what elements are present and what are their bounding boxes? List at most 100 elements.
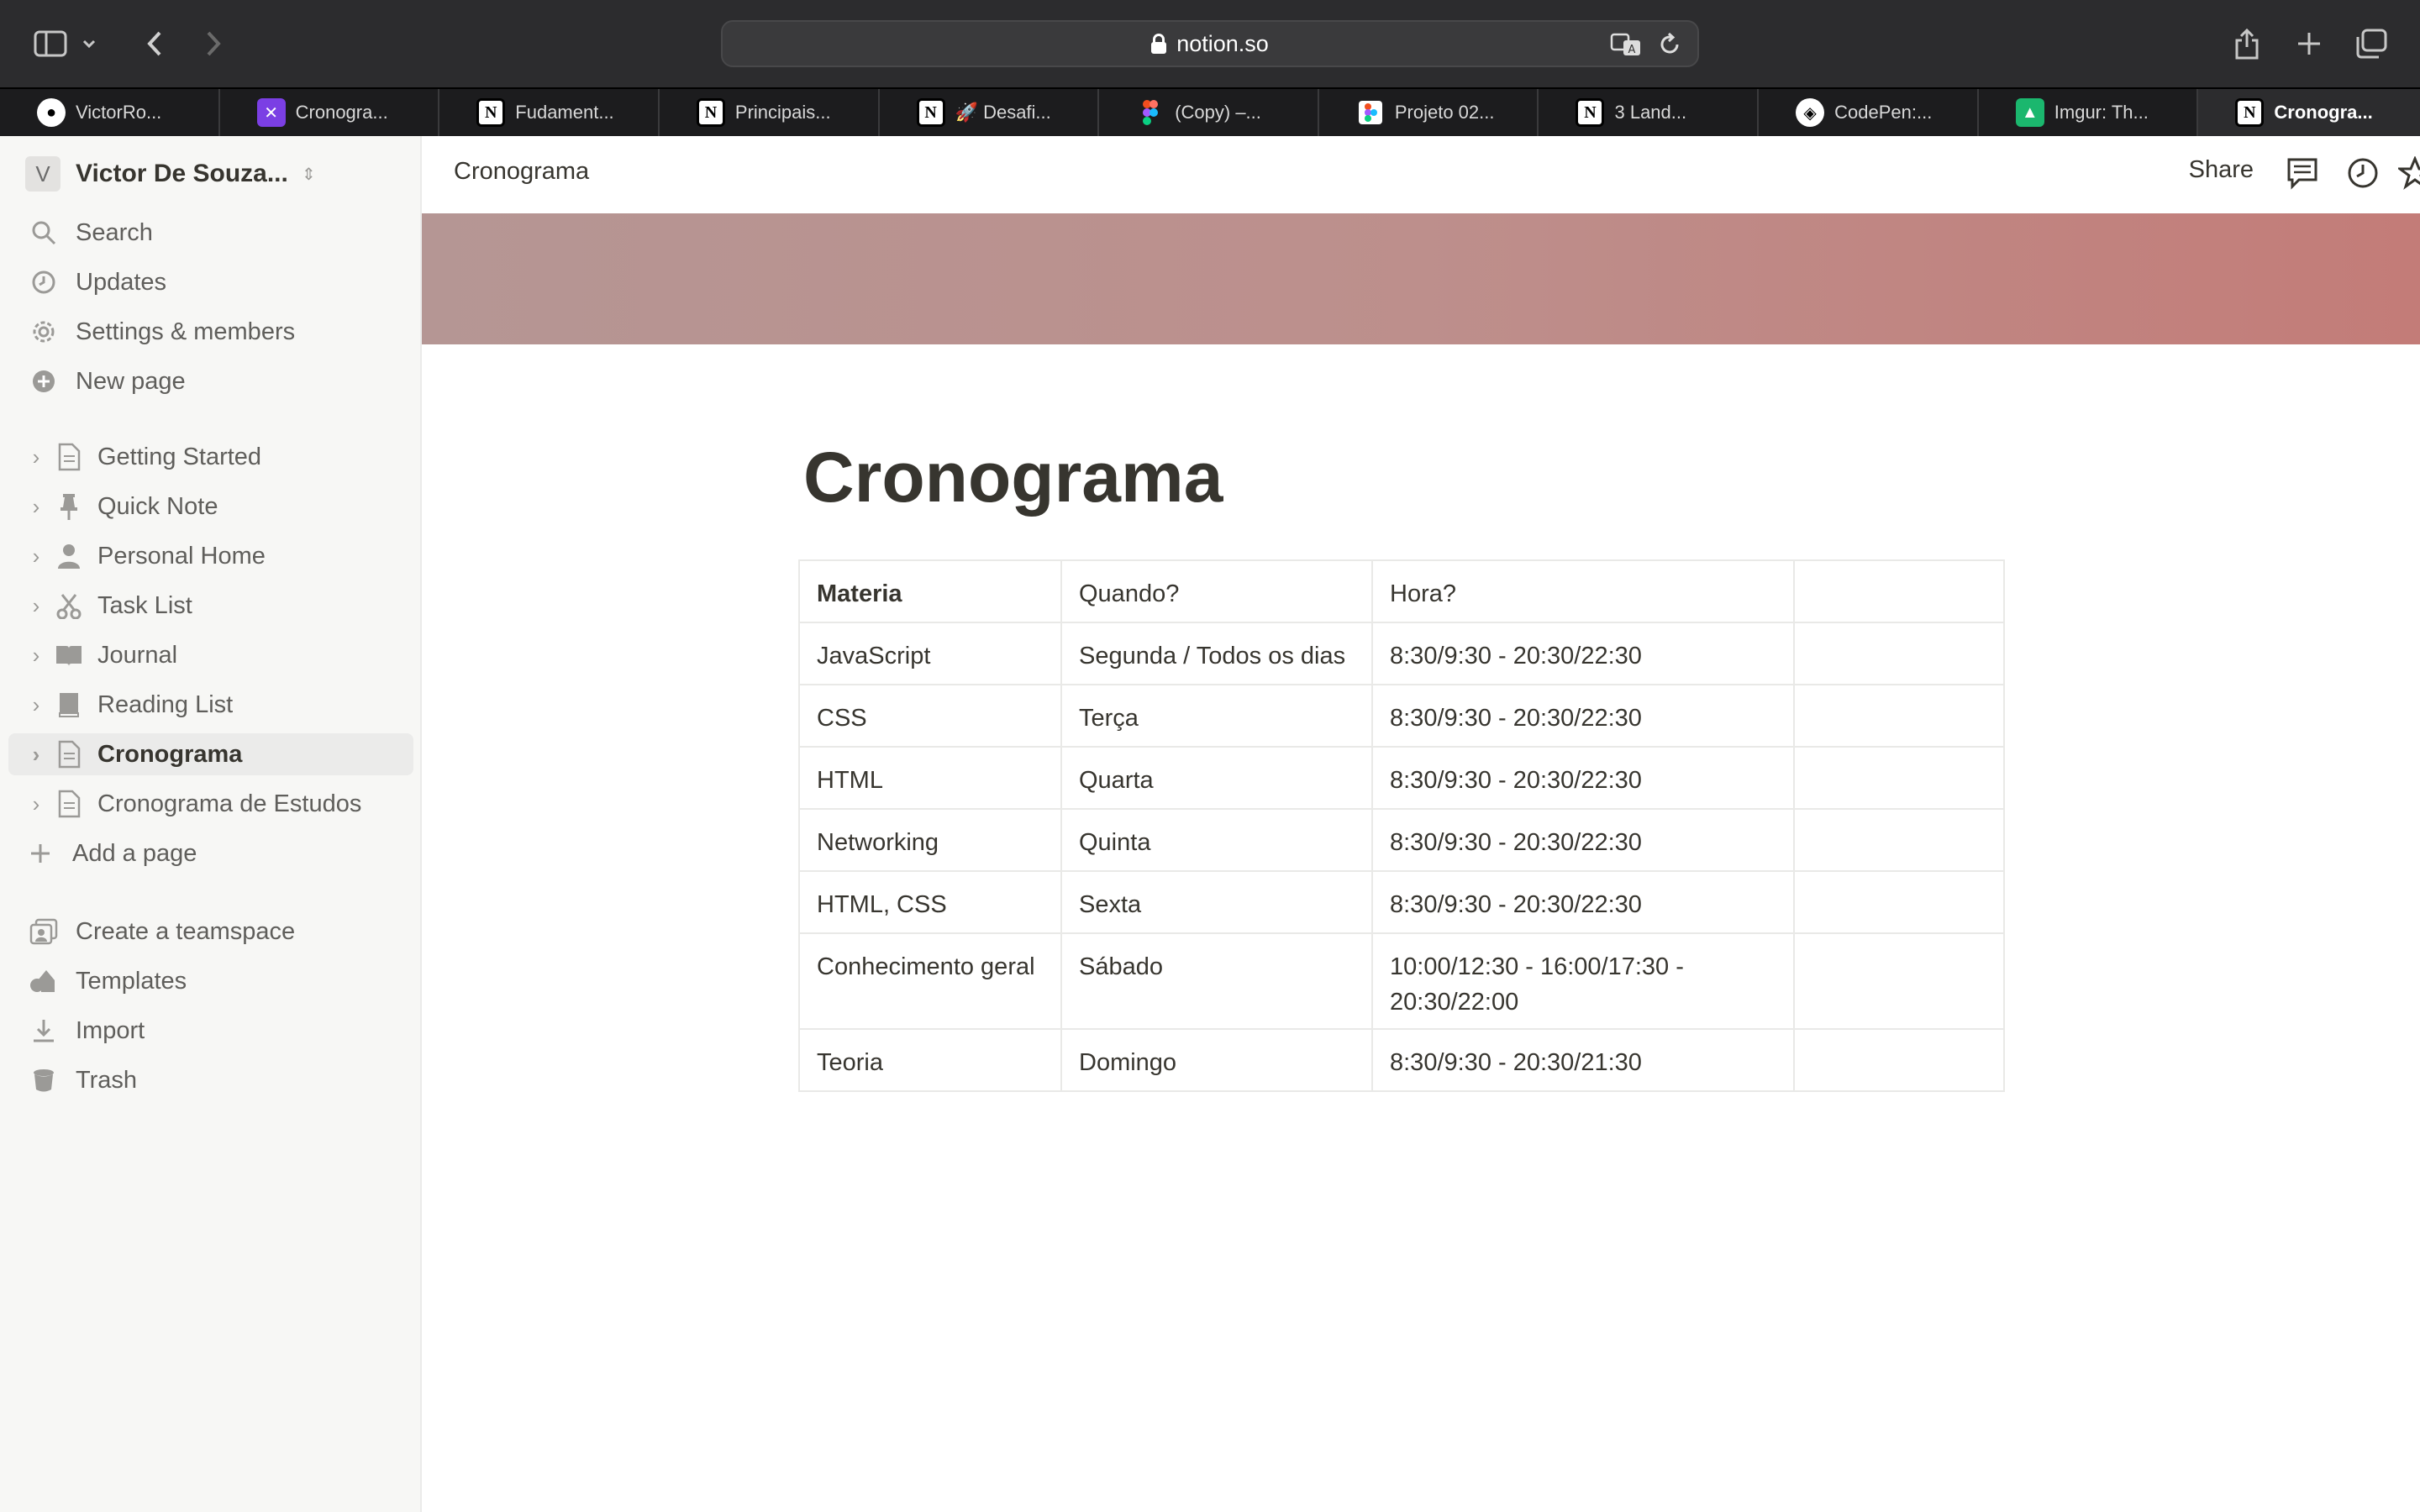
table-cell[interactable]: Segunda / Todos os dias bbox=[1060, 622, 1373, 685]
page-title[interactable]: Cronograma bbox=[803, 437, 1223, 518]
table-cell[interactable] bbox=[1793, 1028, 2005, 1092]
chevron-down-icon[interactable] bbox=[72, 18, 106, 69]
table-cell[interactable]: Networking bbox=[798, 808, 1062, 872]
browser-tab[interactable]: (Copy) –... bbox=[1099, 89, 1319, 136]
sidebar-item-settings[interactable]: Settings & members bbox=[8, 311, 413, 353]
chevron-right-icon[interactable]: › bbox=[24, 593, 49, 619]
table-cell[interactable]: HTML bbox=[798, 746, 1062, 810]
table-cell[interactable] bbox=[1793, 870, 2005, 934]
github-icon: ● bbox=[37, 98, 66, 127]
translate-icon[interactable]: A bbox=[1610, 32, 1642, 57]
table-cell[interactable]: 8:30/9:30 - 20:30/22:30 bbox=[1371, 622, 1795, 685]
chevron-right-icon[interactable]: › bbox=[24, 742, 49, 768]
breadcrumb[interactable]: Cronograma bbox=[454, 158, 589, 186]
chevron-right-icon[interactable]: › bbox=[24, 444, 49, 470]
sidebar-item-updates[interactable]: Updates bbox=[8, 261, 413, 303]
page-cover[interactable] bbox=[422, 213, 2420, 344]
browser-tab-active[interactable]: N Cronogra... bbox=[2198, 89, 2420, 136]
browser-toolbar: notion.so A bbox=[0, 0, 2420, 87]
table-cell[interactable]: Conhecimento geral bbox=[798, 932, 1062, 1030]
add-page-button[interactable]: Add a page bbox=[8, 832, 413, 874]
plus-circle-icon bbox=[29, 366, 59, 396]
browser-tab[interactable]: ◈ CodePen:... bbox=[1759, 89, 1979, 136]
sidebar-item-templates[interactable]: Templates bbox=[8, 960, 413, 1002]
table-cell[interactable]: 10:00/12:30 - 16:00/17:30 - 20:30/22:00 bbox=[1371, 932, 1795, 1030]
new-tab-icon[interactable] bbox=[2284, 18, 2334, 69]
share-icon[interactable] bbox=[2222, 18, 2272, 69]
sidebar-page-getting-started[interactable]: › Getting Started bbox=[8, 436, 413, 478]
table-cell[interactable]: 8:30/9:30 - 20:30/22:30 bbox=[1371, 746, 1795, 810]
sidebar-item-search[interactable]: Search bbox=[8, 212, 413, 254]
address-bar[interactable]: notion.so A bbox=[721, 20, 1699, 67]
browser-tab[interactable]: N Fudament... bbox=[439, 89, 660, 136]
workspace-switcher[interactable]: V Victor De Souza... ⇕ bbox=[25, 156, 316, 192]
table-cell[interactable]: Sábado bbox=[1060, 932, 1373, 1030]
table-header-row: Materia Quando? Hora? bbox=[798, 559, 2005, 623]
table-header-cell[interactable]: Quando? bbox=[1060, 559, 1373, 623]
back-arrow-icon[interactable] bbox=[129, 18, 180, 69]
table-cell[interactable] bbox=[1793, 684, 2005, 748]
chevron-right-icon[interactable]: › bbox=[24, 692, 49, 718]
table-header-cell[interactable]: Hora? bbox=[1371, 559, 1795, 623]
browser-tab[interactable]: N 🚀 Desafi... bbox=[880, 89, 1100, 136]
table-cell[interactable]: Terça bbox=[1060, 684, 1373, 748]
plus-icon bbox=[25, 838, 55, 869]
table-cell[interactable]: Quinta bbox=[1060, 808, 1373, 872]
reload-icon[interactable] bbox=[1657, 32, 1682, 57]
workspace-name: Victor De Souza... bbox=[76, 160, 288, 187]
sidebar-item-label: Create a teamspace bbox=[76, 917, 296, 945]
browser-tab[interactable]: N 3 Land... bbox=[1539, 89, 1760, 136]
table-cell[interactable] bbox=[1793, 808, 2005, 872]
sidebar-item-trash[interactable]: Trash bbox=[8, 1059, 413, 1101]
tab-overview-icon[interactable] bbox=[2346, 18, 2396, 69]
sidebar-toggle-icon[interactable] bbox=[25, 18, 76, 69]
chevron-right-icon[interactable]: › bbox=[24, 643, 49, 669]
table-cell[interactable] bbox=[1793, 932, 2005, 1030]
table-cell[interactable]: 8:30/9:30 - 20:30/22:30 bbox=[1371, 808, 1795, 872]
sidebar-page-cronograma-de-estudos[interactable]: › Cronograma de Estudos bbox=[8, 783, 413, 825]
teamspace-icon bbox=[29, 916, 59, 947]
history-clock-icon[interactable] bbox=[2346, 156, 2380, 190]
table-cell[interactable]: Sexta bbox=[1060, 870, 1373, 934]
sidebar-page-personal-home[interactable]: › Personal Home bbox=[8, 535, 413, 577]
chevron-right-icon[interactable]: › bbox=[24, 494, 49, 520]
chevron-right-icon[interactable]: › bbox=[24, 791, 49, 817]
table-cell[interactable] bbox=[1793, 746, 2005, 810]
sidebar-page-quick-note[interactable]: › Quick Note bbox=[8, 486, 413, 528]
chevron-right-icon[interactable]: › bbox=[24, 543, 49, 570]
browser-tab[interactable]: ● VictorRo... bbox=[0, 89, 220, 136]
share-button[interactable]: Share bbox=[2189, 156, 2254, 184]
sidebar-page-task-list[interactable]: › Task List bbox=[8, 585, 413, 627]
sidebar-item-new-page[interactable]: New page bbox=[8, 360, 413, 402]
sidebar-item-label: Cronograma de Estudos bbox=[97, 790, 362, 817]
sidebar-item-import[interactable]: Import bbox=[8, 1010, 413, 1052]
table-header-cell[interactable]: Materia bbox=[798, 559, 1062, 623]
table-cell[interactable]: Teoria bbox=[798, 1028, 1062, 1092]
table-cell[interactable]: Quarta bbox=[1060, 746, 1373, 810]
sidebar-page-reading-list[interactable]: › Reading List bbox=[8, 684, 413, 726]
table-cell[interactable]: CSS bbox=[798, 684, 1062, 748]
star-icon[interactable] bbox=[2398, 156, 2420, 190]
table-cell[interactable] bbox=[1793, 622, 2005, 685]
book-icon bbox=[54, 690, 84, 720]
table-cell[interactable]: 8:30/9:30 - 20:30/22:30 bbox=[1371, 870, 1795, 934]
table-row: Conhecimento geral Sábado 10:00/12:30 - … bbox=[798, 932, 2005, 1030]
browser-tab[interactable]: ✕ Cronogra... bbox=[220, 89, 440, 136]
tab-label: Principais... bbox=[734, 102, 831, 123]
table-cell[interactable]: JavaScript bbox=[798, 622, 1062, 685]
sidebar-page-journal[interactable]: › Journal bbox=[8, 634, 413, 676]
browser-tab[interactable]: ▲ Imgur: Th... bbox=[1979, 89, 2199, 136]
forward-arrow-icon[interactable] bbox=[188, 18, 239, 69]
table-cell[interactable]: Domingo bbox=[1060, 1028, 1373, 1092]
sidebar-item-label: Add a page bbox=[72, 839, 197, 867]
sidebar-item-create-teamspace[interactable]: Create a teamspace bbox=[8, 911, 413, 953]
sidebar-page-cronograma[interactable]: › Cronograma bbox=[8, 733, 413, 775]
table-cell[interactable]: HTML, CSS bbox=[798, 870, 1062, 934]
table-cell[interactable]: 8:30/9:30 - 20:30/21:30 bbox=[1371, 1028, 1795, 1092]
comment-icon[interactable] bbox=[2286, 156, 2319, 190]
browser-tab[interactable]: N Principais... bbox=[660, 89, 880, 136]
table-header-cell[interactable] bbox=[1793, 559, 2005, 623]
browser-tab[interactable]: Projeto 02... bbox=[1319, 89, 1539, 136]
tab-label: Cronogra... bbox=[2274, 102, 2373, 123]
table-cell[interactable]: 8:30/9:30 - 20:30/22:30 bbox=[1371, 684, 1795, 748]
